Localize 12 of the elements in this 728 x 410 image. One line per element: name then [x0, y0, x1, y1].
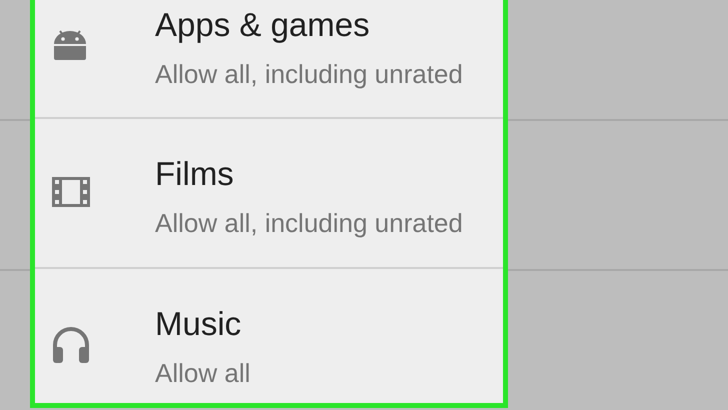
settings-item[interactable]: Music Allow all [35, 269, 503, 403]
setting-summary: Allow all, including unrated [155, 207, 463, 239]
headphones-icon [52, 327, 90, 363]
film-icon [52, 177, 90, 207]
settings-item[interactable]: Films Allow all, including unrated [35, 119, 503, 269]
android-icon [52, 28, 88, 60]
setting-title: Apps & games [155, 6, 371, 44]
setting-summary: Allow all, including unrated [155, 58, 463, 90]
setting-summary: Allow all [155, 357, 250, 389]
setting-title: Films [155, 155, 235, 193]
settings-item[interactable]: Apps & games Allow all, including unrated [35, 0, 503, 119]
setting-title: Music [155, 305, 242, 343]
